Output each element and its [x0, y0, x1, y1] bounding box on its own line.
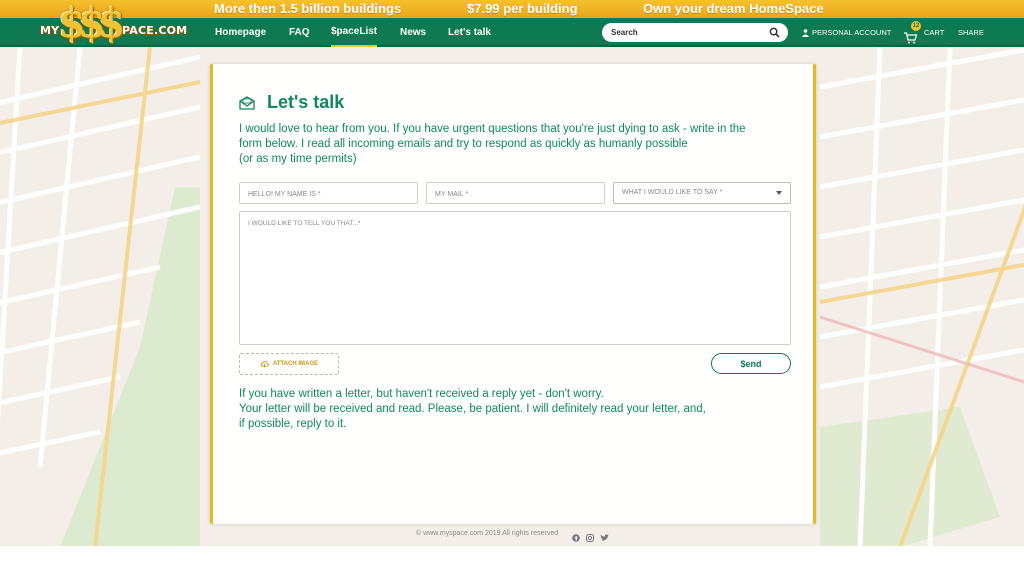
outro-text: If you have written a letter, but haven'… [239, 387, 799, 432]
envelope-icon [239, 95, 255, 110]
twitter-icon[interactable] [600, 529, 609, 541]
name-field [239, 182, 418, 205]
intro-line: form below. I read all incoming emails a… [239, 138, 688, 150]
attach-image-button[interactable]: ATTACH IMAGE [239, 353, 339, 375]
footer: © www.myspace.com 2019 All rights reserv… [0, 526, 1024, 546]
page-title: Let's talk [267, 92, 345, 112]
logo-prefix: MY [40, 24, 60, 37]
social-links [572, 529, 609, 542]
outro-line: if possible, reply to it. [239, 418, 347, 430]
nav-item-faq[interactable]: FAQ [289, 18, 310, 47]
outro-line: If you have written a letter, but haven'… [239, 388, 604, 400]
intro-text: I would love to hear from you. If you ha… [239, 122, 799, 167]
contact-header: Let's talk [239, 92, 344, 113]
cart-label: CART [924, 28, 945, 37]
promo-price: $7.99 per building [467, 1, 578, 16]
copyright-text: © www.myspace.com 2019 All rights reserv… [416, 530, 559, 537]
instagram-icon[interactable] [586, 529, 594, 542]
attach-image-label: ATTACH IMAGE [272, 361, 319, 367]
personal-account-label: PERSONAL ACCOUNT [812, 28, 892, 37]
intro-line: I would love to hear from you. If you ha… [239, 123, 746, 135]
mail-input[interactable] [427, 184, 604, 205]
promo-buildings: More then 1.5 billion buildings [214, 1, 402, 16]
page-bottom-margin [0, 546, 1024, 574]
nav-item-lets-talk[interactable]: Let's talk [448, 18, 491, 47]
message-textarea[interactable] [240, 212, 790, 344]
nav-item-news[interactable]: News [400, 18, 426, 47]
search-icon[interactable] [769, 27, 780, 38]
outro-line: Your letter will be received and read. P… [239, 403, 706, 415]
logo-dollars: $$$ [58, 0, 125, 47]
mail-field [426, 182, 605, 205]
cart-count-badge: 12 [911, 20, 921, 31]
cart-icon: 12 [904, 20, 921, 43]
topic-select-value: WHAT I WOULD LIKE TO SAY * [622, 189, 723, 196]
nav-item-homepage[interactable]: Homepage [215, 18, 266, 47]
search-input[interactable] [611, 23, 761, 42]
cloud-upload-icon [260, 360, 269, 368]
search-box [602, 23, 788, 42]
topic-select[interactable]: WHAT I WOULD LIKE TO SAY * [613, 182, 791, 204]
main-navigation: $$$ MY PACE.COM Homepage FAQ $paceList N… [0, 2, 1024, 47]
logo-suffix: PACE.COM [122, 24, 188, 37]
chevron-down-icon [776, 191, 782, 195]
intro-line: (or as my time permits) [239, 153, 357, 165]
site-logo[interactable]: $$$ MY PACE.COM [36, 0, 188, 48]
nav-item-spacelist[interactable]: $paceList [331, 18, 378, 47]
contact-card: Let's talk I would love to hear from you… [210, 64, 816, 524]
message-field [239, 211, 791, 345]
send-button[interactable]: $end [711, 353, 791, 374]
user-icon [802, 28, 809, 37]
promo-slogan: Own your dream HomeSpace [643, 1, 824, 16]
name-input[interactable] [240, 184, 417, 205]
facebook-icon[interactable] [572, 529, 580, 542]
share-link[interactable]: SHARE [958, 18, 984, 47]
cart-link[interactable]: 12 CART [904, 18, 944, 47]
personal-account-link[interactable]: PERSONAL ACCOUNT [802, 18, 891, 47]
